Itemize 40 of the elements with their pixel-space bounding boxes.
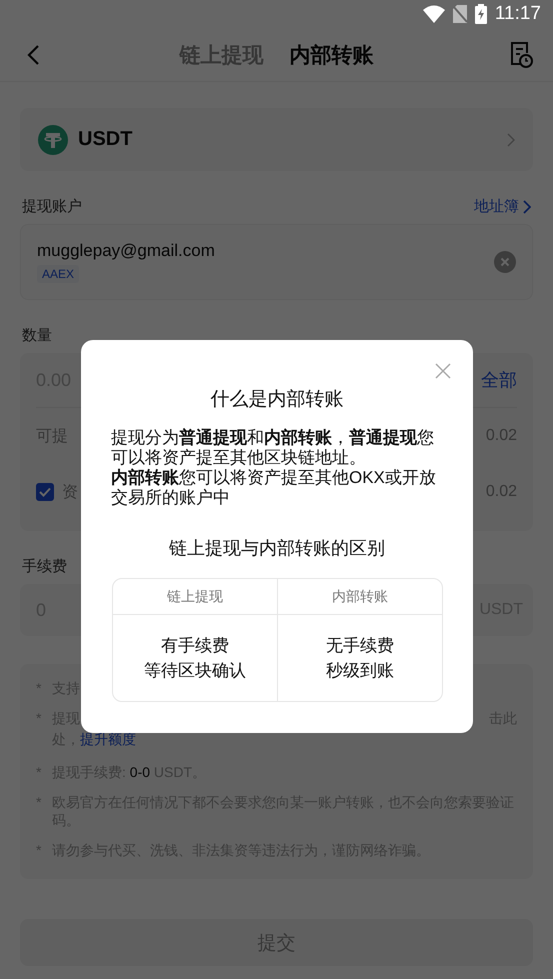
note-marker: * — [36, 709, 42, 728]
wifi-icon — [422, 5, 445, 23]
chevron-right-icon — [523, 200, 531, 214]
header-tab[interactable]: 内部转账 — [290, 40, 374, 68]
back-icon[interactable] — [26, 44, 42, 66]
address-book-link[interactable]: 地址簿 — [474, 197, 531, 216]
table-cell-text: 秒级到账 — [324, 660, 395, 682]
account-value: mugglepay@gmail.com — [37, 241, 216, 261]
dialog-paragraph: 提现分为普通提现和内部转账，普通提现您可以将资产提至其他区块链地址。 — [111, 428, 435, 468]
history-icon[interactable] — [509, 41, 533, 69]
tether-logo-icon — [38, 124, 68, 154]
status-time: 11:17 — [494, 3, 541, 25]
funding-checkbox[interactable] — [36, 483, 54, 501]
note-marker: * — [36, 841, 42, 859]
checkmark-icon — [39, 487, 51, 497]
note-marker: * — [36, 679, 42, 697]
table-cell-text: 无手续费 — [324, 635, 395, 657]
raise-limit-link[interactable]: 提升额度 — [80, 731, 136, 747]
note-marker: * — [36, 763, 42, 781]
column-header: 链上提现 — [166, 588, 223, 604]
field-label: 数量 — [22, 326, 52, 345]
no-sim-icon — [452, 5, 467, 23]
field-label: 手续费 — [22, 557, 67, 576]
close-icon[interactable] — [435, 363, 451, 379]
clear-icon[interactable] — [494, 251, 516, 273]
account-field[interactable]: mugglepay@gmail.com AAEX — [20, 224, 533, 300]
dialog-subtitle: 链上提现与内部转账的区别 — [169, 537, 385, 560]
chevron-right-icon — [507, 132, 515, 146]
battery-icon — [474, 4, 487, 24]
table-cell-text: 等待区块确认 — [142, 660, 247, 682]
dialog-paragraph: 内部转账您可以将资产提至其他OKX或开放交易所的账户中 — [111, 468, 437, 508]
field-label: 提现账户 — [22, 197, 82, 216]
coin-name: USDT — [78, 128, 134, 151]
exchange-tag: AAEX — [37, 265, 80, 283]
column-header: 内部转账 — [332, 588, 388, 604]
coin-selector[interactable]: USDT — [20, 108, 533, 171]
dialog-title: 什么是内部转账 — [210, 388, 344, 412]
table-cell-text: 有手续费 — [160, 635, 230, 657]
max-link[interactable]: 全部 — [481, 368, 517, 392]
note-marker: * — [36, 793, 42, 812]
